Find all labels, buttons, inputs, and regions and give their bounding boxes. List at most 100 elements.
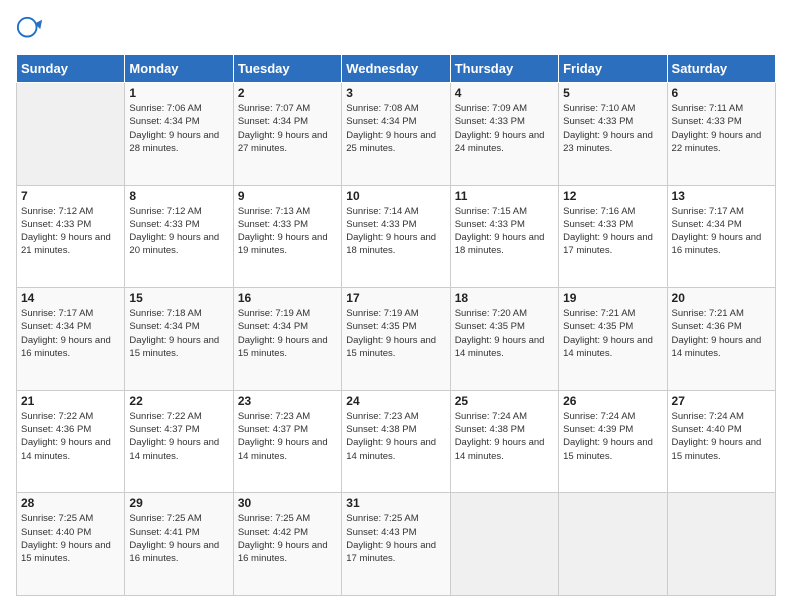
day-info-16: Sunrise: 7:19 AM Sunset: 4:34 PM Daylight:… — [238, 307, 337, 360]
day-number-28: 28 — [21, 496, 120, 510]
sunset-text: Sunset: 4:42 PM — [238, 527, 308, 538]
calendar-cell-3-4: 25Sunrise: 7:24 AMSunset: 4:38 PMDayligh… — [450, 390, 558, 493]
day-info-6: Sunrise: 7:11 AMSunset: 4:33 PMDaylight:… — [672, 102, 771, 155]
day-number-25: 25 — [455, 394, 554, 408]
day-info-28: Sunrise: 7:25 AMSunset: 4:40 PMDaylight:… — [21, 512, 120, 565]
calendar-cell-4-6 — [667, 493, 775, 596]
calendar-cell-2-5: 19Sunrise: 7:21 AMSunset: 4:35 PMDayligh… — [559, 288, 667, 391]
sunset-text: Sunset: 4:33 PM — [346, 219, 416, 230]
daylight-text: Daylight: 9 hours and 14 minutes. — [672, 335, 762, 359]
calendar-cell-2-6: 20 Sunrise: 7:21 AMSunset: 4:36 PMDayligh… — [667, 288, 775, 391]
day-number-16: 16 — [238, 291, 337, 305]
day-info-17: Sunrise: 7:19 AMSunset: 4:35 PMDaylight:… — [346, 307, 445, 360]
daylight-text: Daylight: 9 hours and 19 minutes. — [238, 232, 328, 256]
header-day-monday: Monday — [125, 55, 233, 83]
day-info-10: Sunrise: 7:14 AMSunset: 4:33 PMDaylight:… — [346, 205, 445, 258]
sunset-text: Sunset: 4:33 PM — [672, 116, 742, 127]
header-day-saturday: Saturday — [667, 55, 775, 83]
daylight-text: Daylight: 9 hours and 14 minutes. — [238, 437, 328, 461]
sunset-text: Sunset: 4:40 PM — [672, 424, 742, 435]
calendar-cell-1-5: 12Sunrise: 7:16 AMSunset: 4:33 PMDayligh… — [559, 185, 667, 288]
week-row-0: 1Sunrise: 7:06 AMSunset: 4:34 PMDaylight… — [17, 83, 776, 186]
sunset-text: Sunset: 4:38 PM — [346, 424, 416, 435]
week-row-2: 14Sunrise: 7:17 AMSunset: 4:34 PMDayligh… — [17, 288, 776, 391]
sunrise-text: Sunrise: 7:09 AM — [455, 103, 527, 114]
day-number-20: 20 — [672, 291, 771, 305]
day-number-8: 8 — [129, 189, 228, 203]
day-info-4: Sunrise: 7:09 AMSunset: 4:33 PMDaylight:… — [455, 102, 554, 155]
daylight-text: Daylight: 9 hours and 16 minutes. — [129, 540, 219, 564]
sunrise-text: Sunrise: 7:11 AM — [672, 103, 744, 114]
calendar-cell-1-4: 11Sunrise: 7:15 AMSunset: 4:33 PMDayligh… — [450, 185, 558, 288]
header-day-thursday: Thursday — [450, 55, 558, 83]
daylight-text: Daylight: 9 hours and 15 minutes. — [129, 335, 219, 359]
calendar-cell-4-1: 29Sunrise: 7:25 AMSunset: 4:41 PMDayligh… — [125, 493, 233, 596]
day-number-11: 11 — [455, 189, 554, 203]
header-day-tuesday: Tuesday — [233, 55, 341, 83]
sunset-text: Sunset: 4:34 PM — [21, 321, 91, 332]
sunrise-text: Sunrise: 7:22 AM — [129, 411, 201, 422]
sunrise-text: Sunrise: 7:21 AM — [563, 308, 635, 319]
day-number-21: 21 — [21, 394, 120, 408]
sunrise-text: Sunrise: 7:25 AM — [238, 513, 310, 524]
sunset-text: Sunset: 4:35 PM — [563, 321, 633, 332]
calendar-cell-1-1: 8Sunrise: 7:12 AMSunset: 4:33 PMDaylight… — [125, 185, 233, 288]
calendar-cell-4-4 — [450, 493, 558, 596]
day-number-27: 27 — [672, 394, 771, 408]
day-number-17: 17 — [346, 291, 445, 305]
calendar-cell-0-0 — [17, 83, 125, 186]
header-day-friday: Friday — [559, 55, 667, 83]
day-info-19: Sunrise: 7:21 AMSunset: 4:35 PMDaylight:… — [563, 307, 662, 360]
sunrise-text: Sunrise: 7:14 AM — [346, 206, 418, 217]
daylight-text: Daylight: 9 hours and 15 minutes. — [238, 335, 328, 359]
sunrise-text: Sunrise: 7:22 AM — [21, 411, 93, 422]
daylight-text: Daylight: 9 hours and 15 minutes. — [563, 437, 653, 461]
day-number-29: 29 — [129, 496, 228, 510]
calendar-cell-0-6: 6Sunrise: 7:11 AMSunset: 4:33 PMDaylight… — [667, 83, 775, 186]
calendar-cell-1-6: 13Sunrise: 7:17 AMSunset: 4:34 PMDayligh… — [667, 185, 775, 288]
sunset-text: Sunset: 4:33 PM — [455, 219, 525, 230]
day-number-15: 15 — [129, 291, 228, 305]
day-info-5: Sunrise: 7:10 AMSunset: 4:33 PMDaylight:… — [563, 102, 662, 155]
sunrise-text: Sunrise: 7:08 AM — [346, 103, 418, 114]
sunrise-text: Sunrise: 7:17 AM — [21, 308, 93, 319]
day-number-3: 3 — [346, 86, 445, 100]
day-info-14: Sunrise: 7:17 AMSunset: 4:34 PMDaylight:… — [21, 307, 120, 360]
day-info-20: Sunrise: 7:21 AMSunset: 4:36 PMDaylight:… — [672, 307, 771, 360]
week-row-4: 28 Sunrise: 7:25 AMSunset: 4:40 PMDayligh… — [17, 493, 776, 596]
sunset-text: Sunset: 4:33 PM — [455, 116, 525, 127]
daylight-text: Daylight: 9 hours and 14 minutes. — [455, 437, 545, 461]
calendar-cell-3-6: 27Sunrise: 7:24 AMSunset: 4:40 PMDayligh… — [667, 390, 775, 493]
day-number-26: 26 — [563, 394, 662, 408]
sunset-text: Sunset: 4:34 PM — [238, 321, 308, 332]
logo — [16, 16, 48, 44]
calendar-header: SundayMondayTuesdayWednesdayThursdayFrid… — [17, 55, 776, 83]
page: SundayMondayTuesdayWednesdayThursdayFrid… — [0, 0, 792, 612]
sunrise-text: Sunrise: 7:23 AM — [346, 411, 418, 422]
sunset-text: Sunset: 4:34 PM — [346, 116, 416, 127]
sunrise-text: Sunrise: 7:17 AM — [672, 206, 744, 217]
sunrise-text: Sunrise: 7:18 AM — [129, 308, 201, 319]
sunset-text: Sunset: 4:37 PM — [129, 424, 199, 435]
sunrise-text: Sunrise: 7:19 AM — [238, 308, 310, 319]
daylight-text: Daylight: 9 hours and 18 minutes. — [455, 232, 545, 256]
day-info-9: Sunrise: 7:13 AMSunset: 4:33 PMDaylight:… — [238, 205, 337, 258]
day-number-6: 6 — [672, 86, 771, 100]
daylight-text: Daylight: 9 hours and 27 minutes. — [238, 130, 328, 154]
calendar-cell-0-2: 2Sunrise: 7:07 AMSunset: 4:34 PMDaylight… — [233, 83, 341, 186]
sunrise-text: Sunrise: 7:16 AM — [563, 206, 635, 217]
sunset-text: Sunset: 4:36 PM — [672, 321, 742, 332]
sunrise-text: Sunrise: 7:25 AM — [129, 513, 201, 524]
calendar-cell-2-4: 18Sunrise: 7:20 AMSunset: 4:35 PMDayligh… — [450, 288, 558, 391]
sunset-text: Sunset: 4:34 PM — [238, 116, 308, 127]
day-info-18: Sunrise: 7:20 AMSunset: 4:35 PMDaylight:… — [455, 307, 554, 360]
calendar-cell-3-0: 21Sunrise: 7:22 AMSunset: 4:36 PMDayligh… — [17, 390, 125, 493]
sunrise-text: Sunrise: 7:24 AM — [563, 411, 635, 422]
sunrise-text: Sunrise: 7:20 AM — [455, 308, 527, 319]
header-day-wednesday: Wednesday — [342, 55, 450, 83]
calendar-cell-2-0: 14Sunrise: 7:17 AMSunset: 4:34 PMDayligh… — [17, 288, 125, 391]
day-info-13: Sunrise: 7:17 AMSunset: 4:34 PMDaylight:… — [672, 205, 771, 258]
daylight-text: Daylight: 9 hours and 16 minutes. — [238, 540, 328, 564]
day-info-15: Sunrise: 7:18 AMSunset: 4:34 PMDaylight:… — [129, 307, 228, 360]
sunrise-text: Sunrise: 7:23 AM — [238, 411, 310, 422]
